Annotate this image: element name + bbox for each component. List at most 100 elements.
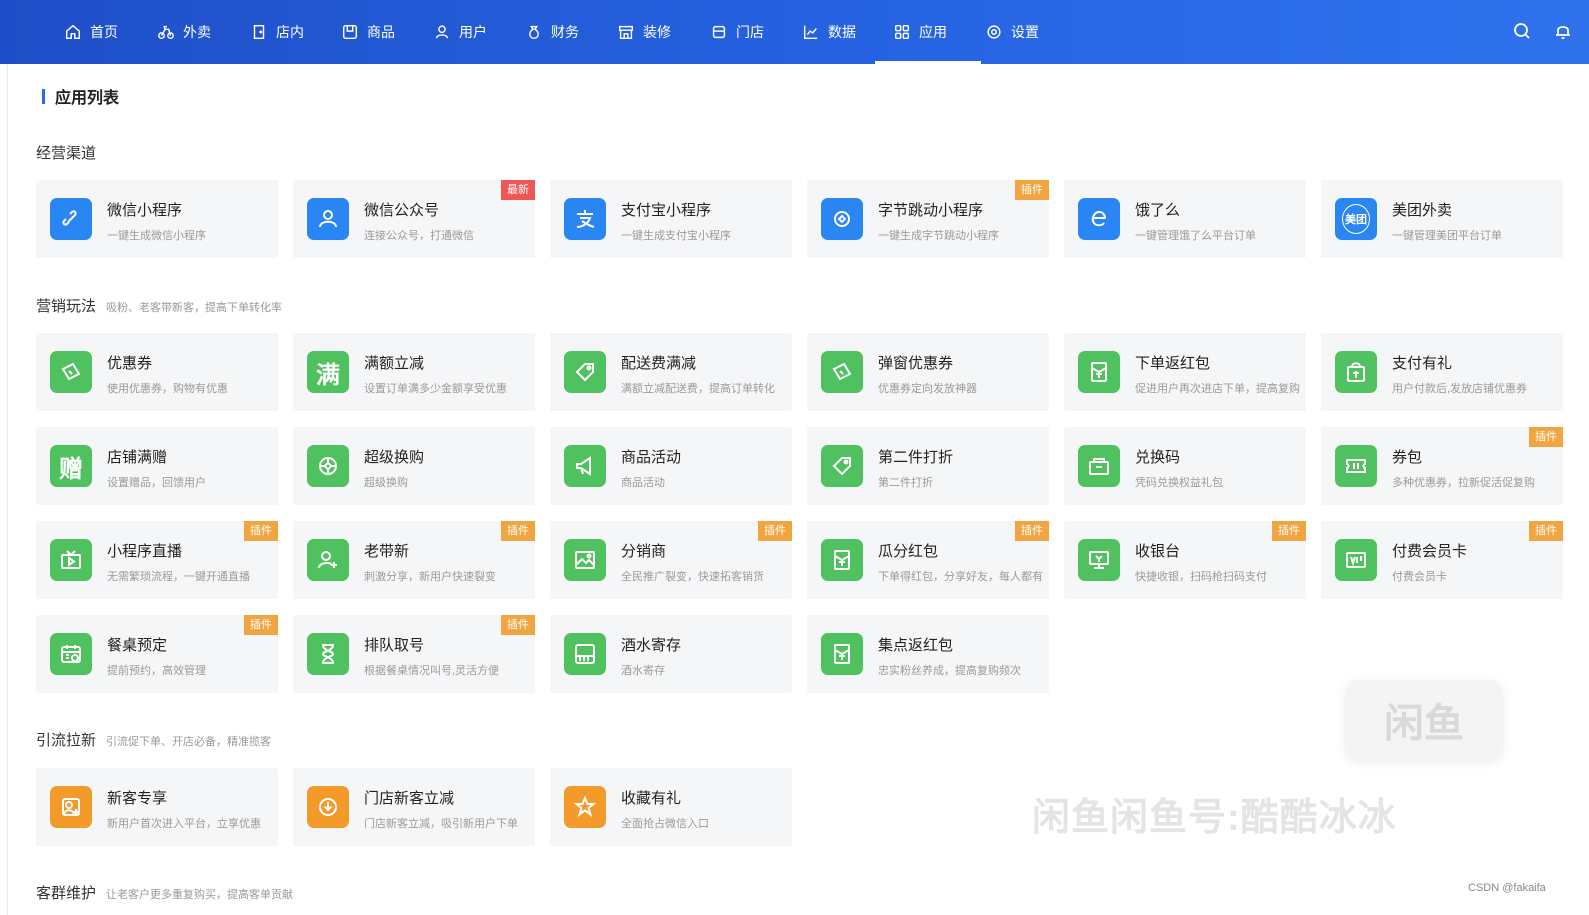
app-card-name: 兑换码 [1135,449,1181,466]
grid-icon [894,24,910,40]
nav-item-apps[interactable]: 应用 [875,0,981,64]
hourglass-icon [307,633,349,675]
app-card-description: 用户付款后,发放店铺优惠券 [1392,383,1528,395]
nav-item-label: 用户 [459,24,487,40]
app-card[interactable]: 支付有礼 用户付款后,发放店铺优惠券 [1321,333,1563,411]
app-card[interactable]: 门店新客立减 门店新客立减，吸引新用户下单 [293,768,535,846]
app-card[interactable]: 收藏有礼 全面抢占微信入口 [550,768,792,846]
app-card-name: 下单返红包 [1135,355,1211,372]
app-card-description: 使用优惠券，购物有优惠 [107,383,228,395]
nav-item-products[interactable]: 商品 [341,0,395,64]
section-subtitle: 引流促下单、开店必备，精准揽客 [106,736,272,748]
app-card[interactable]: 酒水寄存 酒水寄存 [550,615,792,693]
app-card-description: 门店新客立减，吸引新用户下单 [364,818,518,830]
new-user-icon [50,786,92,828]
title-accent-bar [42,88,45,104]
app-card[interactable]: 瓜分红包 下单得红包，分享好友，每人都有 插件 [807,521,1049,599]
app-card[interactable]: 第二件打折 第二件打折 [807,427,1049,505]
app-card-description: 设置订单满多少金额享受优惠 [364,383,507,395]
app-card-name: 老带新 [364,543,410,560]
app-card[interactable]: 收银台 快捷收银，扫码枪扫码支付 插件 [1064,521,1306,599]
eleme-icon [1078,198,1120,240]
app-card[interactable]: 老带新 刺激分享，新用户快速裂变 插件 [293,521,535,599]
tag-icon [564,351,606,393]
app-card[interactable]: 配送费满减 满额立减配送费，提高订单转化 [550,333,792,411]
app-card[interactable]: 赠 店铺满赠 设置赠品，回馈用户 [36,427,278,505]
nav-item-users[interactable]: 用户 [433,0,487,64]
app-card-description: 凭码兑换权益礼包 [1135,477,1223,489]
app-card[interactable]: 餐桌预定 提前预约，高效管理 插件 [36,615,278,693]
coupon-icon [50,351,92,393]
nav-item-stores[interactable]: 门店 [710,0,764,64]
app-card[interactable]: 商品活动 商品活动 [550,427,792,505]
app-card[interactable]: 排队取号 根据餐桌情况叫号,灵活方便 插件 [293,615,535,693]
home-icon [65,24,81,40]
app-card-description: 设置赠品，回馈用户 [107,477,206,489]
gift-bag-icon [1335,351,1377,393]
app-card[interactable]: 付费会员卡 付费会员卡 插件 [1321,521,1563,599]
icon-glyph-text: 美团 [1342,204,1370,234]
split-envelope-icon [821,539,863,581]
app-card[interactable]: 下单返红包 促进用户再次进店下单，提高复购 [1064,333,1306,411]
chart-icon [803,25,818,40]
app-card-description: 一键生成微信小程序 [107,230,206,242]
exchange-icon [307,445,349,487]
app-card-description: 快捷收银，扫码枪扫码支付 [1135,571,1267,583]
app-card[interactable]: 美团 美团外卖 一键管理美团平台订单 [1321,180,1563,258]
vip-card-icon [1335,539,1377,581]
app-card[interactable]: 超级换购 超级换购 [293,427,535,505]
nav-item-takeout[interactable]: 外卖 [157,0,211,64]
section-title-text: 引流拉新 [36,732,97,749]
app-card[interactable]: 集点返红包 忠实粉丝养成，提高复购频次 [807,615,1049,693]
nav-item-home[interactable]: 首页 [64,0,118,64]
app-card[interactable]: 弹窗优惠券 优惠券定向发放神器 [807,333,1049,411]
red-envelope-icon [1078,351,1120,393]
app-card[interactable]: 新客专享 新用户首次进入平台，立享优惠 [36,768,278,846]
section-title-retention: 客群维护 让老客户更多重复购买，提高客单贡献 [36,882,293,903]
notification-button[interactable] [1553,21,1573,46]
nav-item-decoration[interactable]: 装修 [617,0,671,64]
app-card[interactable]: 支付宝小程序 一键生成支付宝小程序 [550,180,792,258]
app-card[interactable]: 券包 多种优惠券，拉新促活促复购 插件 [1321,427,1563,505]
app-card[interactable]: 微信公众号 连接公众号，打通微信 最新 [293,180,535,258]
app-card-name: 弹窗优惠券 [878,355,954,372]
section-title-text: 经营渠道 [36,145,97,162]
nav-item-label: 应用 [919,24,947,40]
app-card-description: 忠实粉丝养成，提高复购频次 [878,665,1021,677]
app-card[interactable]: 满 满额立减 设置订单满多少金额享受优惠 [293,333,535,411]
app-card-name: 分销商 [621,543,667,560]
app-card[interactable]: 字节跳动小程序 一键生成字节跳动小程序 插件 [807,180,1049,258]
user-icon [435,25,449,39]
icon-glyph-text: 赠 [59,455,83,483]
discount-tag-icon [821,445,863,487]
app-card-description: 刺激分享，新用户快速裂变 [364,571,496,583]
person-icon [307,198,349,240]
app-card[interactable]: 微信小程序 一键生成微信小程序 [36,180,278,258]
megaphone-icon [564,445,606,487]
page-title-text: 应用列表 [55,90,120,107]
app-card-name: 支付宝小程序 [621,202,712,219]
cashier-icon [1078,539,1120,581]
app-card[interactable]: 优惠券 使用优惠券，购物有优惠 [36,333,278,411]
app-card-name: 字节跳动小程序 [878,202,984,219]
app-card-description: 超级换购 [364,477,408,489]
plugin-badge: 插件 [244,615,278,635]
storage-icon [564,633,606,675]
section-title-acquisition: 引流拉新 引流促下单、开店必备，精准揽客 [36,729,271,750]
app-card[interactable]: 饿了么 一键管理饿了么平台订单 [1064,180,1306,258]
nav-item-label: 设置 [1011,24,1039,40]
nav-item-settings[interactable]: 设置 [985,0,1039,64]
search-button[interactable] [1512,21,1532,46]
nav-item-finance[interactable]: 财务 [525,0,579,64]
search-icon [1514,23,1530,39]
app-card[interactable]: 小程序直播 无需繁琐流程，一键开通直播 插件 [36,521,278,599]
popup-coupon-icon [821,351,863,393]
plugin-badge: 插件 [1272,521,1306,541]
app-card[interactable]: 兑换码凭码兑换权益礼包 [1064,427,1306,505]
nav-item-in-store[interactable]: 店内 [250,0,304,64]
nav-item-data[interactable]: 数据 [802,0,856,64]
section-title-text: 客群维护 [36,885,97,902]
app-card[interactable]: 分销商 全民推广裂变，快速拓客销货 插件 [550,521,792,599]
section-title-marketing: 营销玩法 吸粉、老客带新客，提高下单转化率 [36,295,282,316]
nav-item-label: 商品 [367,24,395,40]
